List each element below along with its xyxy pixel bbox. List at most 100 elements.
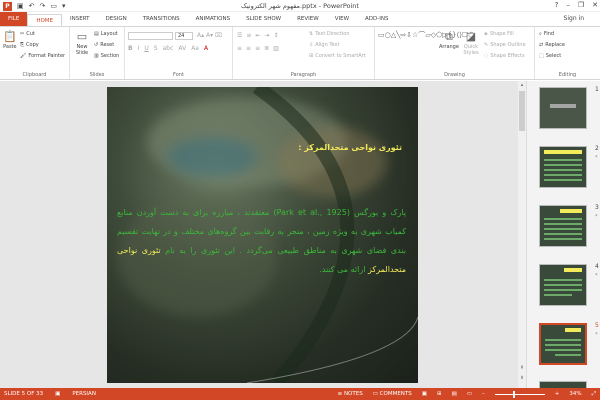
notes-button[interactable]: ≡ NOTES [338,388,363,400]
zoom-out-icon[interactable]: – [482,388,485,400]
slide-thumbnail[interactable] [539,264,587,306]
reset-button[interactable]: ↺ Reset [94,42,114,48]
normal-view-icon[interactable]: ▣ [422,388,427,400]
list-buttons[interactable]: ☰ ≡ ⇤ ⇥ ↕ [237,32,279,39]
quick-styles-button[interactable]: ◪ Quick Styles [461,31,481,56]
tab-file[interactable]: FILE [0,12,28,26]
slideshow-view-icon[interactable]: ▭ [467,388,472,400]
zoom-in-icon[interactable]: + [555,388,560,400]
section-button[interactable]: ▥ Section [94,53,119,59]
thumbnail-row[interactable]: 3 * [527,203,600,255]
justify-icon[interactable]: ≣ [264,45,269,52]
bold-icon[interactable]: B [128,45,133,52]
align-center-icon[interactable]: ≡ [246,45,251,52]
slide-thumbnail[interactable] [539,87,587,129]
font-size-field[interactable]: 24 [175,32,193,40]
window-title: مفهوم شهر الکترونیک.pptx - PowerPoint [241,2,359,10]
replace-button[interactable]: ⇄ Replace [539,42,565,48]
thumbnail-row[interactable]: 2 * [527,144,600,196]
select-button[interactable]: ⬚ Select [539,53,561,59]
tab-review[interactable]: REVIEW [289,12,327,26]
align-text-button[interactable]: ⇳ Align Text [309,42,339,48]
line-spacing-icon[interactable]: ↕ [273,32,278,39]
slide-thumbnail[interactable] [539,205,587,247]
align-right-icon[interactable]: ≡ [255,45,260,52]
shape-effects-button[interactable]: ◌ Shape Effects [484,53,525,59]
animation-star-icon: * [595,332,598,338]
columns-icon[interactable]: ▥ [273,45,279,52]
scrollbar-thumb[interactable] [519,91,525,131]
language-indicator[interactable]: PERSIAN [72,388,96,400]
strikethrough-icon[interactable]: abc [163,45,174,52]
current-slide[interactable]: تئوری نواحی متحدالمرکز : پارک و بورگس (P… [107,87,418,383]
format-painter-button[interactable]: 🖌 Format Painter [20,53,65,59]
slide-body-text[interactable]: پارک و بورگس (Park et al., 1925) معتقدند… [117,203,406,279]
fit-slide-icon[interactable]: ⤢ [592,388,596,400]
tab-animations[interactable]: ANIMATIONS [188,12,239,26]
find-label: Find [543,31,555,37]
tab-slide-show[interactable]: SLIDE SHOW [238,12,289,26]
find-button[interactable]: ⌕ Find [539,31,554,37]
scroll-up-icon[interactable]: ▴ [519,83,525,88]
grow-font-icon[interactable]: A▴ A▾ ⌧ [197,32,222,39]
minimize-button[interactable]: – [566,0,570,11]
shape-fill-button[interactable]: ◈ Shape Fill [484,31,514,37]
case-icon[interactable]: Aa [191,45,199,52]
canvas-scrollbar[interactable]: ▴ ⇞ ⇟ [518,81,526,388]
shadow-icon[interactable]: S [154,45,158,52]
outline-icon: ✎ [484,42,489,48]
tab-add-ins[interactable]: ADD-INS [357,12,396,26]
copy-button[interactable]: ⎘ Copy [20,42,39,48]
comments-button[interactable]: ▭ COMMENTS [373,388,412,400]
thumbnail-row[interactable]: 1 [527,85,600,137]
zoom-level[interactable]: 34% [569,388,581,400]
tab-design[interactable]: DESIGN [98,12,135,26]
italic-icon[interactable]: I [138,45,140,52]
align-buttons[interactable]: ≡ ≡ ≡ ≣ ▥ [237,45,279,52]
slide-sorter-icon[interactable]: ⊞ [437,388,442,400]
spellcheck-icon[interactable]: ▣ [55,388,60,400]
font-name-field[interactable] [128,32,173,40]
tab-view[interactable]: VIEW [327,12,357,26]
slide-title[interactable]: تئوری نواحی متحدالمرکز : [298,143,402,152]
paste-button[interactable]: 📋 Paste [3,31,17,50]
arrange-button[interactable]: ⧉ Arrange [439,31,459,50]
tab-home[interactable]: HOME [27,13,63,27]
new-slide-button[interactable]: ▭ New Slide [73,31,91,56]
shape-outline-label: Shape Outline [490,42,526,48]
align-left-icon[interactable]: ≡ [237,45,242,52]
shape-effects-label: Shape Effects [490,53,525,59]
restore-button[interactable]: ❐ [578,0,584,11]
thumbnail-row[interactable]: 4 * [527,262,600,314]
shapes-gallery[interactable]: ▭○△╲⇨⇩☆⌒▱◇⬠▷{}⟨⟩☐⬡ [378,31,474,39]
reading-view-icon[interactable]: ▤ [452,388,457,400]
font-color-icon[interactable]: A [204,45,208,52]
decrease-indent-icon[interactable]: ⇤ [255,32,260,39]
slide-thumbnail[interactable] [539,146,587,188]
convert-smartart-button[interactable]: ⊞ Convert to SmartArt [309,53,366,59]
layout-button[interactable]: ▤ Layout [94,31,118,37]
spacing-icon[interactable]: AV [178,45,186,52]
thumbnail-row[interactable]: 5 * [527,321,600,373]
increase-indent-icon[interactable]: ⇥ [264,32,269,39]
tab-insert[interactable]: INSERT [62,12,97,26]
sign-in-link[interactable]: Sign in [564,14,584,24]
zoom-slider[interactable] [494,390,545,398]
slide-editing-canvas[interactable]: تئوری نواحی متحدالمرکز : پارک و بورگس (P… [0,81,518,388]
underline-icon[interactable]: U [144,45,148,52]
zoom-slider-knob[interactable] [512,390,515,398]
text-direction-button[interactable]: ⇅ Text Direction [309,31,350,37]
bullets-icon[interactable]: ☰ [237,32,242,39]
font-style-buttons[interactable]: B I U Sabc AV Aa A [128,45,208,52]
cut-button[interactable]: ✂ Cut [20,31,35,37]
help-button[interactable]: ? [555,0,559,11]
cut-icon: ✂ [20,31,25,37]
numbering-icon[interactable]: ≡ [246,32,251,39]
next-slide-icon[interactable]: ⇟ [519,376,525,381]
shape-outline-button[interactable]: ✎ Shape Outline [484,42,526,48]
tab-transitions[interactable]: TRANSITIONS [135,12,188,26]
prev-slide-icon[interactable]: ⇞ [519,366,525,371]
slide-thumbnail-partial[interactable] [539,381,587,388]
close-button[interactable]: ✕ [592,0,598,11]
slide-thumbnail-selected[interactable] [539,323,587,365]
